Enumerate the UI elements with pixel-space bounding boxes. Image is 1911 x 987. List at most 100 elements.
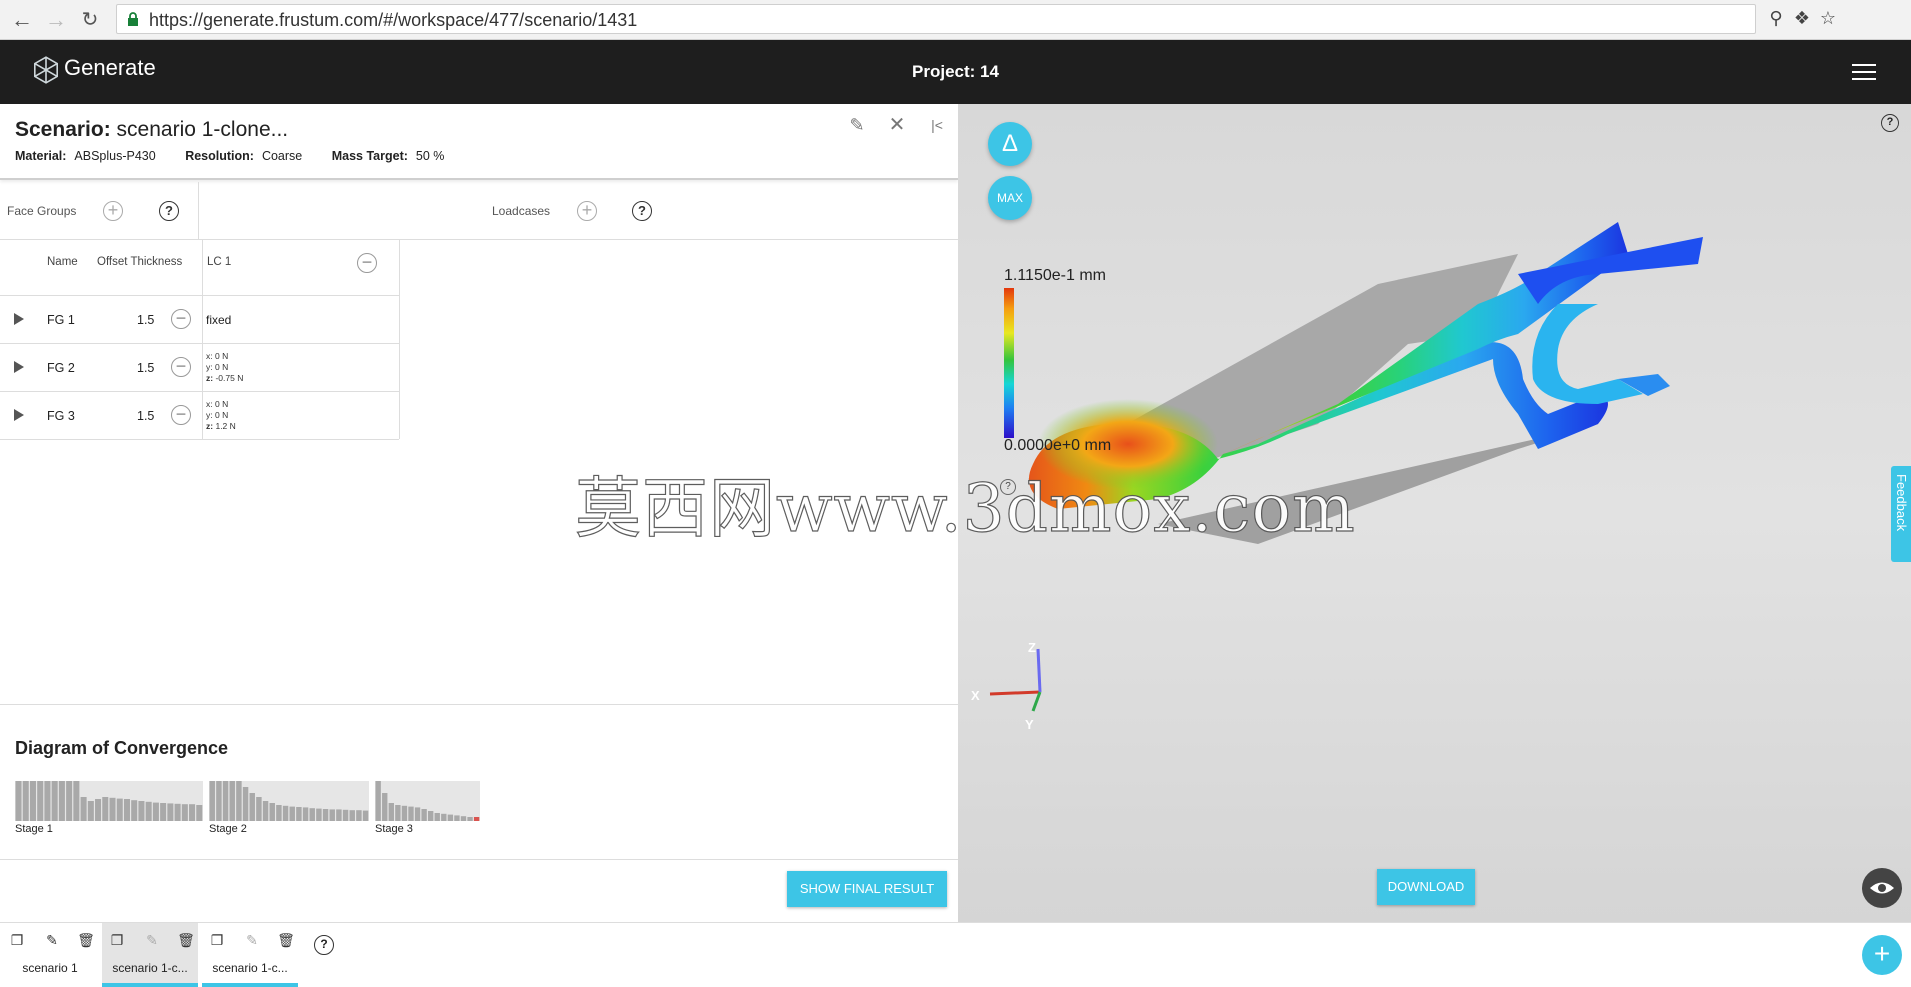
- convergence-bar: [73, 781, 80, 821]
- feedback-tab[interactable]: Feedback: [1891, 466, 1911, 562]
- trash-icon[interactable]: 🗑: [177, 931, 195, 949]
- trash-icon[interactable]: 🗑: [277, 931, 295, 949]
- scenario-meta: Material: ABSplus-P430 Resolution: Coarse …: [15, 149, 470, 163]
- force-z-label: z:: [206, 373, 214, 383]
- copy-icon[interactable]: ❐: [208, 931, 226, 949]
- offset-thickness-value[interactable]: 1.5: [137, 409, 154, 423]
- scenario-tab-label: scenario 1-c...: [212, 961, 288, 975]
- table-row[interactable]: FG 1 1.5 − fixed: [0, 296, 399, 344]
- axis-x-line: [989, 690, 1041, 696]
- max-display-button[interactable]: MAX: [988, 176, 1032, 220]
- convergence-bar: [322, 809, 329, 821]
- convergence-bar: [15, 781, 22, 821]
- viewport-help-icon[interactable]: ?: [1881, 114, 1899, 132]
- color-legend-bar: [1004, 288, 1014, 438]
- expand-row-icon[interactable]: [14, 361, 24, 373]
- table-row[interactable]: FG 3 1.5 − x: 0 N y: 0 N z: 1.2 N: [0, 392, 399, 440]
- convergence-bar: [362, 810, 369, 821]
- pencil-icon[interactable]: ✎: [43, 931, 61, 949]
- table-column-divider: [399, 240, 400, 439]
- eye-icon[interactable]: [1862, 868, 1902, 908]
- convergence-bar: [229, 781, 235, 821]
- convergence-bar: [236, 781, 242, 821]
- loadcase-value[interactable]: fixed: [206, 313, 231, 327]
- extension-icon[interactable]: ❖: [1791, 8, 1813, 30]
- convergence-bar: [138, 801, 145, 821]
- force-x-value: 0 N: [215, 351, 229, 361]
- remove-face-group-icon[interactable]: −: [171, 357, 191, 377]
- arrow-left-icon[interactable]: ←: [8, 6, 36, 34]
- legend-max-label: 1.1150e-1 mm: [1004, 267, 1106, 284]
- offset-thickness-value[interactable]: 1.5: [137, 313, 154, 327]
- convergence-divider: [0, 859, 958, 860]
- column-header-lc1: LC 1: [207, 256, 232, 268]
- scenario-tab[interactable]: ❐ ✎ 🗑 scenario 1-c...: [202, 923, 298, 987]
- panel-subheader: Face Groups + ? Loadcases + ?: [0, 182, 958, 240]
- watermark-text: 莫西网www.3dmox.com: [574, 469, 1356, 547]
- remove-face-group-icon[interactable]: −: [171, 405, 191, 425]
- add-scenario-button[interactable]: +: [1862, 935, 1902, 975]
- convergence-bar: [414, 807, 421, 821]
- convergence-bar: [401, 805, 408, 821]
- convergence-diagram: [15, 781, 480, 821]
- arrow-right-icon[interactable]: →: [42, 6, 70, 34]
- scenario-title-label: Scenario:: [15, 118, 111, 141]
- zoom-icon[interactable]: ⚲: [1765, 8, 1787, 30]
- face-groups-help-icon[interactable]: ?: [159, 201, 179, 221]
- download-button[interactable]: DOWNLOAD: [1377, 869, 1475, 905]
- scenario-tab-label: scenario 1: [22, 961, 78, 975]
- active-tab-indicator: [102, 983, 198, 987]
- scenario-tab[interactable]: ❐ ✎ 🗑 scenario 1: [2, 923, 98, 987]
- show-final-result-button[interactable]: SHOW FINAL RESULT: [787, 871, 947, 907]
- convergence-bar: [66, 781, 73, 821]
- copy-icon[interactable]: ❐: [108, 931, 126, 949]
- loadcase-force[interactable]: x: 0 N y: 0 N z: -0.75 N: [206, 351, 243, 384]
- stage-label: Stage 3: [375, 823, 413, 835]
- address-bar[interactable]: https://generate.frustum.com/#/workspace…: [116, 4, 1836, 34]
- tabs-help-icon[interactable]: ?: [314, 935, 334, 955]
- add-loadcase-icon[interactable]: +: [577, 201, 597, 221]
- face-group-name: FG 3: [47, 409, 75, 423]
- reload-icon[interactable]: ↻: [76, 6, 104, 34]
- force-z-value: -0.75 N: [215, 373, 244, 383]
- table-row[interactable]: FG 2 1.5 − x: 0 N y: 0 N z: -0.75 N: [0, 344, 399, 392]
- convergence-bar: [145, 801, 152, 821]
- close-icon[interactable]: ✕: [886, 114, 908, 136]
- delta-display-button[interactable]: Δ: [988, 122, 1032, 166]
- scenario-tab-label: scenario 1-c...: [112, 961, 188, 975]
- expand-row-icon[interactable]: [14, 313, 24, 325]
- stage-label: Stage 1: [15, 823, 53, 835]
- convergence-title: Diagram of Convergence: [15, 738, 229, 758]
- project-title: Project: 14: [912, 62, 999, 81]
- force-y-value: 0 N: [215, 410, 229, 420]
- axis-z-line: [1036, 648, 1042, 693]
- bookmark-star-icon[interactable]: ☆: [1817, 8, 1839, 30]
- convergence-bar: [336, 809, 342, 821]
- offset-thickness-value[interactable]: 1.5: [137, 361, 154, 375]
- convergence-bar: [441, 813, 447, 821]
- loadcase-force[interactable]: x: 0 N y: 0 N z: 1.2 N: [206, 399, 236, 432]
- loadcases-help-icon[interactable]: ?: [632, 201, 652, 221]
- remove-face-group-icon[interactable]: −: [171, 309, 191, 329]
- expand-row-icon[interactable]: [14, 409, 24, 421]
- convergence-bar: [302, 807, 309, 821]
- add-face-group-icon[interactable]: +: [103, 201, 123, 221]
- convergence-bar: [309, 808, 315, 821]
- scenario-header: Scenario: scenario 1-clone... Material: A…: [0, 104, 958, 180]
- convergence-bar: [189, 804, 196, 821]
- convergence-bar: [269, 803, 275, 821]
- axis-z-label: Z: [1028, 640, 1036, 655]
- remove-loadcase-icon[interactable]: −: [357, 253, 377, 273]
- face-groups-label: Face Groups: [7, 204, 77, 218]
- convergence-bar: [222, 781, 229, 821]
- collapse-panel-icon[interactable]: |<: [926, 114, 948, 136]
- model-hook: [1532, 304, 1643, 404]
- convergence-bar: [262, 801, 269, 821]
- scenario-tab-active[interactable]: ❐ ✎ 🗑 scenario 1-c...: [102, 923, 198, 987]
- trash-icon[interactable]: 🗑: [77, 931, 95, 949]
- face-group-name: FG 1: [47, 313, 75, 327]
- pencil-icon[interactable]: ✎: [846, 114, 868, 136]
- copy-icon[interactable]: ❐: [8, 931, 26, 949]
- hamburger-menu-icon[interactable]: [1852, 64, 1876, 82]
- scenario-title-value: scenario 1-clone...: [116, 118, 289, 141]
